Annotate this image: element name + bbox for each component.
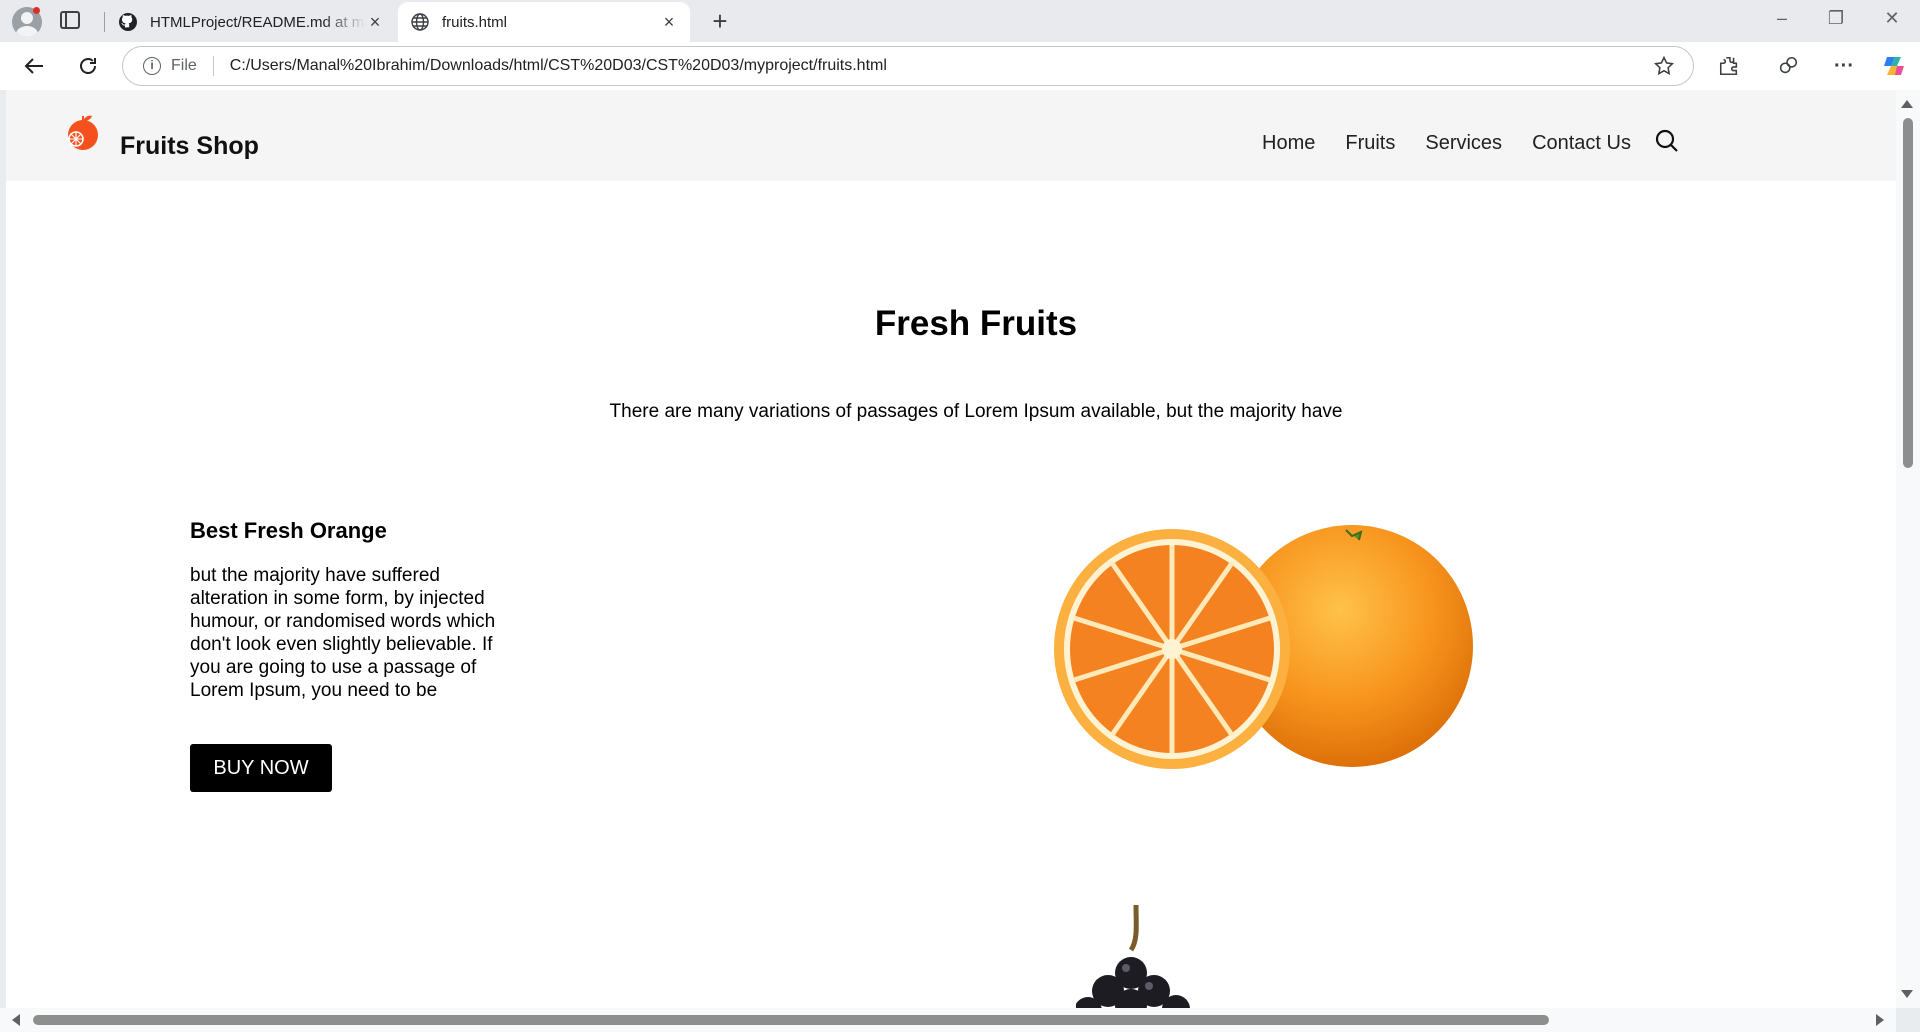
vertical-scroll-thumb[interactable] [1903, 118, 1913, 468]
globe-icon [410, 12, 430, 32]
buy-now-button[interactable]: BUY NOW [190, 744, 332, 792]
extensions-icon[interactable] [1715, 52, 1743, 80]
hero-subtitle: There are many variations of passages of… [609, 401, 1343, 422]
favorite-star-icon[interactable] [1653, 55, 1675, 77]
main-nav: Home Fruits Services Contact Us [1262, 132, 1661, 155]
orange-image [1050, 522, 1480, 777]
site-info-icon[interactable]: i [143, 57, 161, 75]
vertical-scrollbar[interactable] [1896, 90, 1920, 1008]
browser-toolbar: i File C:/Users/Manal%20Ibrahim/Download… [0, 42, 1920, 90]
new-tab-button[interactable]: + [706, 8, 734, 36]
page-viewport: Fruits Shop Home Fruits Services Contact… [6, 90, 1896, 1008]
url-scheme: File [171, 57, 197, 74]
nav-contact-us[interactable]: Contact Us [1532, 132, 1631, 155]
nav-services[interactable]: Services [1425, 132, 1502, 155]
close-tab-icon[interactable]: × [366, 13, 384, 31]
orange-logo-icon[interactable] [63, 112, 103, 152]
horizontal-scroll-thumb[interactable] [33, 1015, 1549, 1025]
grapes-image [1074, 904, 1216, 1008]
profile-switch-icon[interactable] [1774, 52, 1802, 80]
copilot-icon[interactable] [1880, 52, 1908, 80]
url-text[interactable]: C:/Users/Manal%20Ibrahim/Downloads/html/… [230, 57, 1653, 75]
tab-title: HTMLProject/README.md at main · Manal [150, 13, 366, 31]
product-description: but the majority have suffered alteratio… [190, 565, 496, 701]
address-bar[interactable]: i File C:/Users/Manal%20Ibrahim/Download… [122, 46, 1694, 86]
tab-readme[interactable]: HTMLProject/README.md at main · Manal × [106, 2, 396, 42]
restore-icon[interactable]: ❐ [1822, 8, 1850, 34]
scroll-right-arrow-icon[interactable] [1876, 1014, 1884, 1026]
site-header: Fruits Shop Home Fruits Services Contact… [6, 90, 1896, 181]
back-icon[interactable] [20, 52, 48, 80]
tab-separator [104, 12, 105, 32]
close-window-icon[interactable]: ✕ [1878, 8, 1906, 34]
search-icon[interactable] [1654, 128, 1680, 154]
horizontal-scrollbar[interactable] [0, 1008, 1896, 1032]
more-menu-icon[interactable]: ··· [1830, 52, 1858, 80]
tab-strip: HTMLProject/README.md at main · Manal × … [0, 0, 1920, 42]
notification-dot [33, 7, 40, 14]
close-tab-icon[interactable]: × [660, 13, 678, 31]
browser-window: HTMLProject/README.md at main · Manal × … [0, 0, 1920, 1032]
tab-actions-icon[interactable] [60, 11, 80, 29]
tab-fruits[interactable]: fruits.html × [398, 2, 690, 42]
github-icon [118, 12, 138, 32]
refresh-icon[interactable] [74, 52, 102, 80]
page-title: Fresh Fruits [874, 304, 1078, 343]
product-title: Best Fresh Orange [190, 518, 387, 543]
tab-title: fruits.html [442, 13, 508, 31]
scroll-up-arrow-icon[interactable] [1901, 100, 1913, 108]
brand-name[interactable]: Fruits Shop [120, 132, 259, 161]
minimize-icon[interactable]: – [1768, 8, 1796, 34]
address-divider [212, 56, 214, 76]
scroll-down-arrow-icon[interactable] [1901, 990, 1913, 998]
scroll-left-arrow-icon[interactable] [12, 1014, 20, 1026]
nav-fruits[interactable]: Fruits [1345, 132, 1395, 155]
nav-home[interactable]: Home [1262, 132, 1315, 155]
